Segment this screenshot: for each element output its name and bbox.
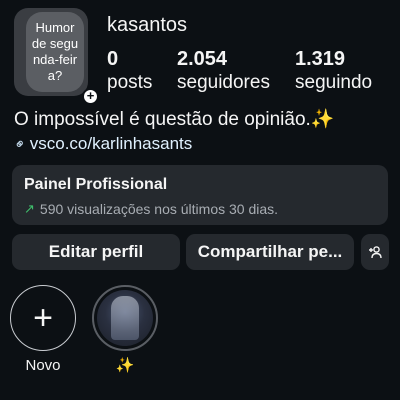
add-story-icon[interactable]: +: [82, 88, 99, 105]
pro-panel-subtitle-row: ↗ 590 visualizações nos últimos 30 dias.: [24, 201, 376, 217]
edit-profile-button[interactable]: Editar perfil: [12, 234, 180, 270]
share-profile-button[interactable]: Compartilhar pe...: [186, 234, 354, 270]
link-icon: ⚭: [10, 134, 30, 154]
posts-count: 0: [107, 48, 119, 70]
highlight-new-label: Novo: [25, 357, 61, 374]
note-bubble[interactable]: Humor de segunda-feira?: [26, 12, 84, 92]
discover-people-button[interactable]: [361, 234, 389, 270]
trend-up-icon: ↗: [24, 201, 35, 216]
highlight-new[interactable]: + Novo: [9, 285, 77, 375]
following-label: seguindo: [295, 72, 373, 93]
highlight-new-circle: +: [10, 285, 76, 351]
bio-text: O impossível é questão de opinião.✨: [14, 109, 335, 130]
add-person-icon: [369, 246, 382, 259]
avatar[interactable]: Humor de segunda-feira? +: [14, 8, 99, 105]
stats-row: 0 posts 2.054 seguidores 1.319 seguindo: [107, 48, 395, 96]
stat-posts[interactable]: 0 posts: [107, 48, 177, 96]
profile-page: Humor de segunda-feira? + kasantos 0 pos…: [0, 0, 400, 400]
followers-count: 2.054: [177, 48, 228, 70]
profile-link[interactable]: ⚭ vsco.co/karlinhasants: [10, 133, 193, 155]
highlight-cover: [97, 290, 153, 346]
professional-dashboard[interactable]: Painel Profissional ↗ 590 visualizações …: [12, 165, 388, 225]
stat-following[interactable]: 1.319 seguindo: [295, 48, 395, 96]
pro-panel-subtitle: 590 visualizações nos últimos 30 dias.: [39, 201, 279, 217]
username: kasantos: [107, 14, 188, 36]
followers-label: seguidores: [177, 72, 270, 93]
posts-label: posts: [107, 72, 153, 93]
following-count: 1.319: [295, 48, 346, 70]
highlight-item[interactable]: ✨: [91, 285, 159, 375]
plus-icon: +: [33, 299, 53, 337]
highlight-cover-ring: [92, 285, 158, 351]
highlight-item-label: ✨: [115, 357, 135, 374]
stat-followers[interactable]: 2.054 seguidores: [177, 48, 295, 96]
pro-panel-title: Painel Profissional: [24, 176, 168, 193]
profile-link-text: vsco.co/karlinhasants: [29, 134, 193, 153]
